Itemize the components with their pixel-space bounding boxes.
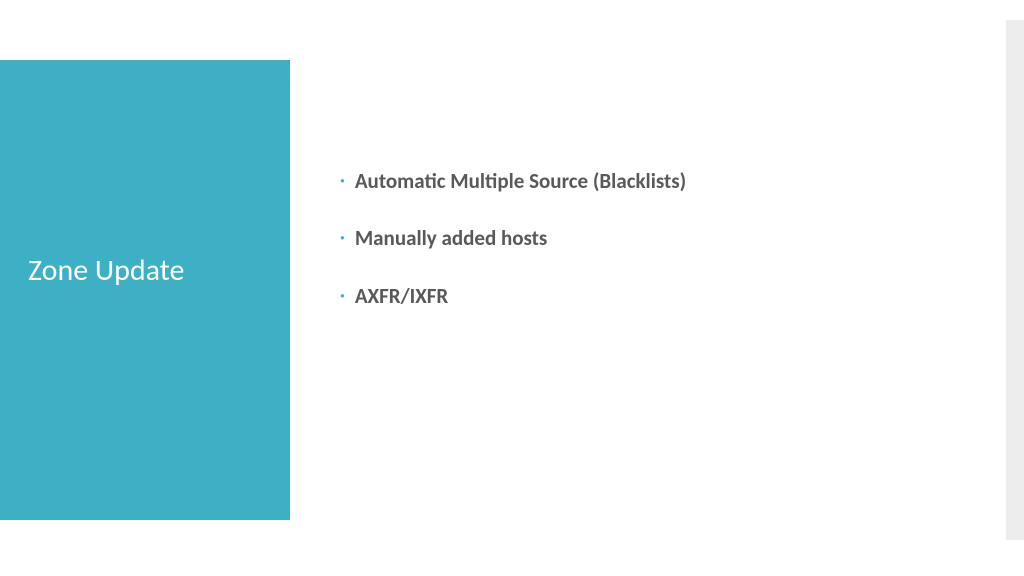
content-area: · Automatic Multiple Source (Blacklists)…	[340, 168, 940, 340]
list-item: · Manually added hosts	[340, 225, 940, 252]
list-item: · Automatic Multiple Source (Blacklists)	[340, 168, 940, 195]
title-sidebar: Zone Update	[0, 60, 290, 520]
bullet-icon: ·	[340, 225, 345, 250]
scrollbar[interactable]	[1006, 20, 1024, 540]
bullet-text: Manually added hosts	[355, 225, 548, 252]
bullet-text: AXFR/IXFR	[355, 283, 448, 310]
slide-title: Zone Update	[28, 252, 184, 289]
list-item: · AXFR/IXFR	[340, 283, 940, 310]
bullet-icon: ·	[340, 168, 345, 193]
bullet-text: Automatic Multiple Source (Blacklists)	[355, 168, 686, 195]
bullet-icon: ·	[340, 283, 345, 308]
